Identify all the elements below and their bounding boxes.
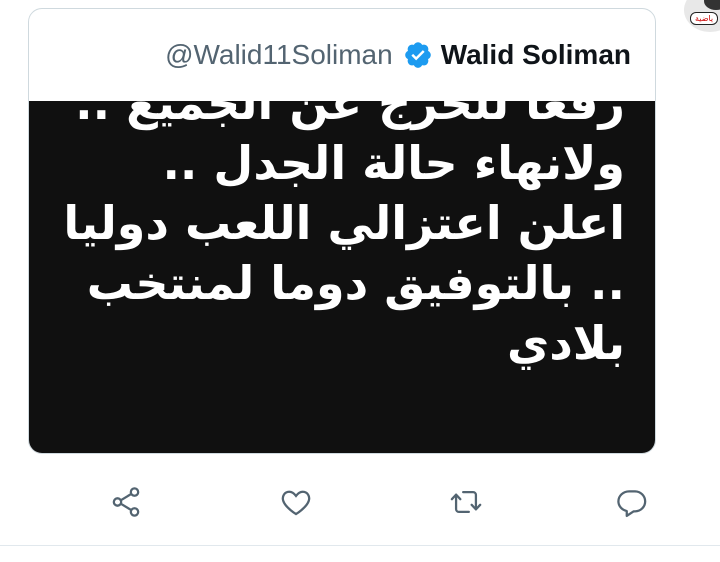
user-handle[interactable]: @Walid11Soliman (165, 39, 393, 71)
retweet-button[interactable] (446, 482, 486, 522)
share-button[interactable] (106, 482, 146, 522)
reply-button[interactable] (612, 482, 652, 522)
tweet-card[interactable]: @Walid11Soliman Walid Soliman رفعا للحرج… (28, 8, 656, 454)
retweet-icon (450, 490, 482, 514)
image-text-line: .. بالتوفيق دوما لمنتخب (86, 256, 625, 310)
bottom-divider (0, 545, 720, 546)
reply-icon (617, 490, 647, 518)
logo-emblem (704, 0, 720, 10)
share-icon (112, 487, 140, 517)
verified-badge-icon (403, 40, 433, 70)
image-text-line: بلادي (507, 316, 625, 370)
corner-logo: ياضية (684, 0, 720, 32)
tweet-image[interactable]: رفعا للحرج عن الجميع .. ولانهاء حالة الج… (29, 101, 655, 453)
image-text-line: ولانهاء حالة الجدل .. (162, 136, 625, 190)
image-text-line: اعلن اعتزالي اللعب دوليا (63, 196, 625, 250)
display-name[interactable]: Walid Soliman (441, 39, 631, 71)
like-button[interactable] (276, 482, 316, 522)
tweet-header: @Walid11Soliman Walid Soliman (29, 9, 655, 101)
image-text-line: رفعا للحرج عن الجميع .. (75, 101, 625, 130)
heart-icon (281, 490, 311, 516)
tweet-action-bar (0, 468, 720, 532)
logo-label: ياضية (690, 12, 719, 25)
image-text: رفعا للحرج عن الجميع .. ولانهاء حالة الج… (45, 101, 625, 373)
